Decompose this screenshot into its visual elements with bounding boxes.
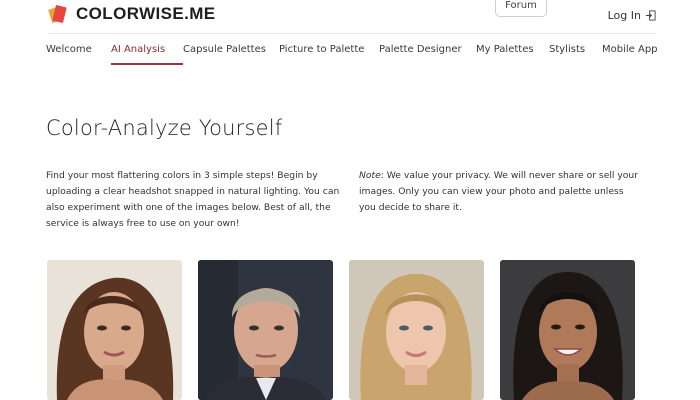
page-title: Color-Analyze Yourself bbox=[46, 116, 283, 140]
privacy-note-label: Note bbox=[359, 170, 381, 181]
nav-item-welcome[interactable]: Welcome bbox=[46, 43, 111, 65]
nav-item-my-palettes[interactable]: My Palettes bbox=[476, 43, 549, 65]
intro-text: Find your most flattering colors in 3 si… bbox=[46, 170, 340, 229]
sample-photo-woman-blonde[interactable] bbox=[349, 260, 484, 400]
login-label: Log In bbox=[607, 9, 641, 22]
sample-photo-woman-brunette[interactable] bbox=[47, 260, 182, 400]
sample-photo-woman-dark-hair[interactable] bbox=[500, 260, 635, 400]
privacy-note-text: : We value your privacy. We will never s… bbox=[359, 170, 639, 213]
brand-name: COLORWISE.ME bbox=[76, 4, 216, 23]
nav-item-stylists[interactable]: Stylists bbox=[549, 43, 602, 65]
sample-photos bbox=[47, 260, 635, 400]
login-link[interactable]: Log In bbox=[608, 9, 656, 22]
main-nav: Welcome AI Analysis Capsule Palettes Pic… bbox=[46, 43, 658, 65]
nav-item-ai-analysis[interactable]: AI Analysis bbox=[111, 43, 183, 65]
color-swatch-logo-icon bbox=[48, 4, 68, 24]
sample-photo-man-gray-hair[interactable] bbox=[198, 260, 333, 400]
nav-item-picture-to-palette[interactable]: Picture to Palette bbox=[279, 43, 379, 65]
privacy-note: Note: We value your privacy. We will nev… bbox=[359, 168, 639, 216]
nav-item-capsule-palettes[interactable]: Capsule Palettes bbox=[183, 43, 279, 65]
forum-button[interactable]: Forum bbox=[495, 0, 547, 17]
logo[interactable]: COLORWISE.ME bbox=[48, 4, 216, 24]
nav-item-palette-designer[interactable]: Palette Designer bbox=[379, 43, 476, 65]
header-divider bbox=[48, 33, 656, 34]
login-icon bbox=[645, 10, 656, 21]
nav-item-mobile-app[interactable]: Mobile App bbox=[602, 43, 658, 65]
